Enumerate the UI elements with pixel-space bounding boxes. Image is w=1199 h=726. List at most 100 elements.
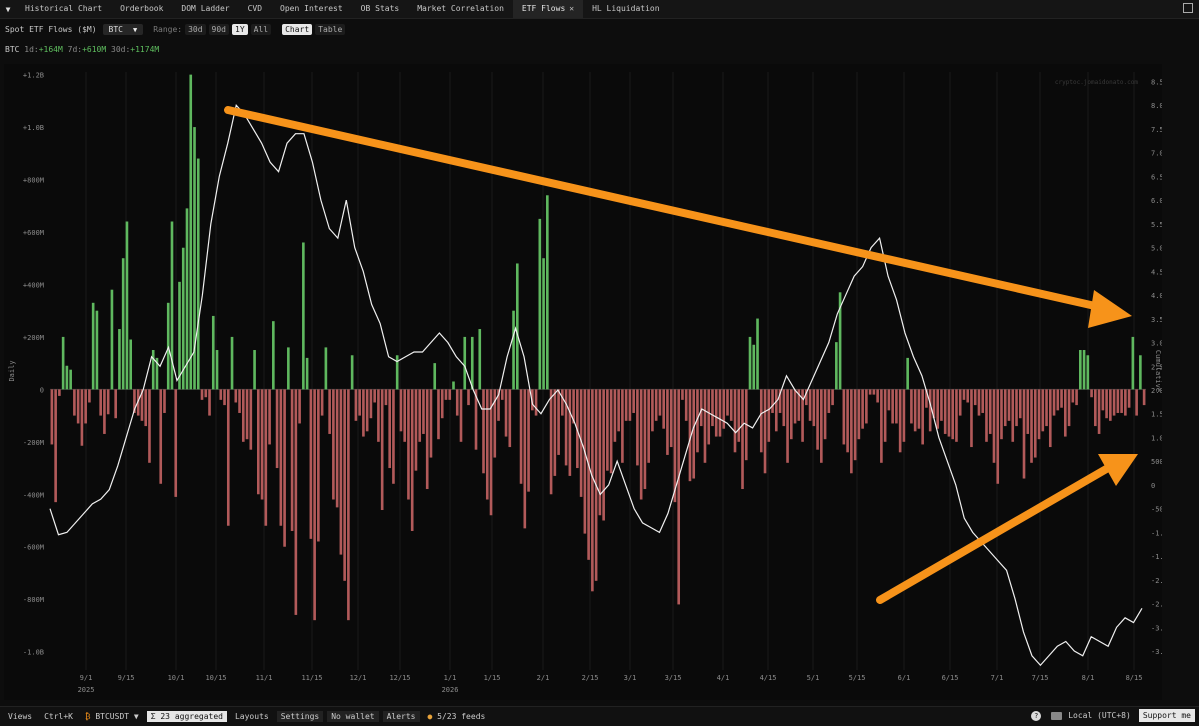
inflow-bar <box>129 339 133 390</box>
watermark: cryptoc.jomaidonato.com <box>1055 79 1138 86</box>
outflow-bar <box>223 389 226 406</box>
etf-flow-chart[interactable]: +1.2B +1.0B +800M +600M +400M +200M 0 -200M -400… <box>4 64 1172 700</box>
stats-7d-value: +610M <box>82 45 107 54</box>
x-tick-label: 10/1 <box>168 674 185 682</box>
right-tick-label: -1.5B <box>1151 553 1162 561</box>
left-tick-label: +800M <box>23 177 44 185</box>
tab-label: HL Liquidation <box>592 4 660 13</box>
support-button[interactable]: Support me <box>1138 709 1195 722</box>
command-shortcut[interactable]: Ctrl+K <box>40 711 77 722</box>
outflow-bar <box>711 389 714 427</box>
outflow-bar <box>1033 389 1037 458</box>
inflow-bar <box>305 357 309 390</box>
right-axis-title: Cumulative <box>1154 350 1162 392</box>
stats-30d-label: 30d: <box>111 45 131 54</box>
feed-dot-icon: ● <box>427 712 433 721</box>
menu-triangle-icon[interactable]: ▼ <box>0 5 16 14</box>
timezone-label[interactable]: Local (UTC+8) <box>1068 711 1131 720</box>
aggregated-badge[interactable]: Σ 23 aggregated <box>146 711 227 722</box>
stats-1d-value: +164M <box>38 45 63 54</box>
outflow-bar <box>309 389 313 539</box>
outflow-bar <box>320 389 324 416</box>
outflow-bar <box>1018 389 1022 419</box>
pair-selector[interactable]: ₿ BTCUSDT ▼ <box>81 711 143 722</box>
outflow-bar <box>279 389 283 526</box>
outflow-bar <box>726 389 729 416</box>
asset-select[interactable]: BTC ▼ <box>102 23 144 35</box>
tab-market-correlation[interactable]: Market Correlation <box>408 0 513 18</box>
window-icon[interactable] <box>1183 3 1193 13</box>
outflow-bar <box>226 389 230 526</box>
outflow-bar <box>722 389 726 429</box>
feeds-status[interactable]: ● 5/23 feeds <box>424 711 490 722</box>
outflow-bar <box>684 389 688 421</box>
inflow-bar <box>121 258 125 390</box>
outflow-bar <box>621 389 624 463</box>
outflow-bar <box>981 389 985 413</box>
outflow-bar <box>996 389 1000 484</box>
outflow-bar <box>609 389 613 474</box>
right-tick-label: 7.5B <box>1151 126 1162 134</box>
tab-dom-ladder[interactable]: DOM Ladder <box>172 0 238 18</box>
inflow-bar <box>452 381 455 390</box>
tab-orderbook[interactable]: Orderbook <box>111 0 172 18</box>
range-label: Range: <box>153 24 183 34</box>
tab-cvd[interactable]: CVD <box>239 0 271 18</box>
outflow-bar <box>257 389 260 495</box>
outflow-bar <box>249 389 253 450</box>
range-30d[interactable]: 30d <box>185 23 206 35</box>
outflow-bar <box>403 389 407 442</box>
outflow-bar <box>1003 389 1007 427</box>
outflow-bar <box>1000 389 1003 440</box>
outflow-bar <box>928 389 932 432</box>
inflow-bar <box>1082 350 1086 390</box>
outflow-bar <box>1124 389 1127 416</box>
x-tick-label: 3/15 <box>665 674 682 682</box>
tab-hl-liquidation[interactable]: HL Liquidation <box>583 0 668 18</box>
outflow-bar <box>741 389 744 490</box>
outflow-bar <box>729 389 733 421</box>
help-icon[interactable]: ? <box>1031 710 1042 721</box>
settings-button[interactable]: Settings <box>276 711 324 722</box>
outflow-bar <box>500 389 504 400</box>
outflow-bar <box>1101 389 1105 411</box>
tab-historical-chart[interactable]: Historical Chart <box>16 0 111 18</box>
camera-icon[interactable] <box>1051 711 1063 720</box>
outflow-bar <box>1097 389 1101 434</box>
chart-svg: +1.2B +1.0B +800M +600M +400M +200M 0 -200M -400… <box>8 72 1172 694</box>
outflow-bar <box>418 389 422 442</box>
outflow-bar <box>208 389 211 416</box>
outflow-bar <box>99 389 102 416</box>
outflow-bar <box>677 389 681 605</box>
outflow-bar <box>812 389 816 427</box>
tab-ob-stats[interactable]: OB Stats <box>352 0 409 18</box>
views-button[interactable]: Views <box>4 711 36 722</box>
outflow-bar <box>523 389 527 529</box>
outflow-bar <box>970 389 973 448</box>
outflow-bar <box>850 389 853 474</box>
outflow-bar <box>294 389 298 615</box>
outflow-bar <box>624 389 628 421</box>
outflow-bar <box>947 389 951 437</box>
outflow-bar <box>485 389 489 500</box>
tab-etf-flows[interactable]: ETF Flows ✕ <box>512 0 584 18</box>
outflow-bar <box>872 389 876 395</box>
range-all[interactable]: All <box>250 23 272 35</box>
tab-open-interest[interactable]: Open Interest <box>271 0 352 18</box>
range-1y[interactable]: 1Y <box>232 23 248 35</box>
outflow-bar <box>598 389 602 516</box>
view-table[interactable]: Table <box>315 23 346 35</box>
close-icon[interactable]: ✕ <box>569 4 574 13</box>
x-tick-label: 1/15 <box>484 674 501 682</box>
outflow-bar <box>669 389 673 448</box>
left-tick-label: -400M <box>23 491 44 499</box>
outflow-bar <box>639 389 643 500</box>
inflow-bar <box>196 158 200 390</box>
wallet-button[interactable]: No wallet <box>327 711 379 722</box>
range-90d[interactable]: 90d <box>208 23 229 35</box>
right-tick-label: 6.0B <box>1151 197 1162 205</box>
outflow-bar <box>1109 389 1112 421</box>
alerts-button[interactable]: Alerts <box>382 711 420 722</box>
layouts-button[interactable]: Layouts <box>231 711 273 722</box>
view-chart[interactable]: Chart <box>282 23 313 35</box>
